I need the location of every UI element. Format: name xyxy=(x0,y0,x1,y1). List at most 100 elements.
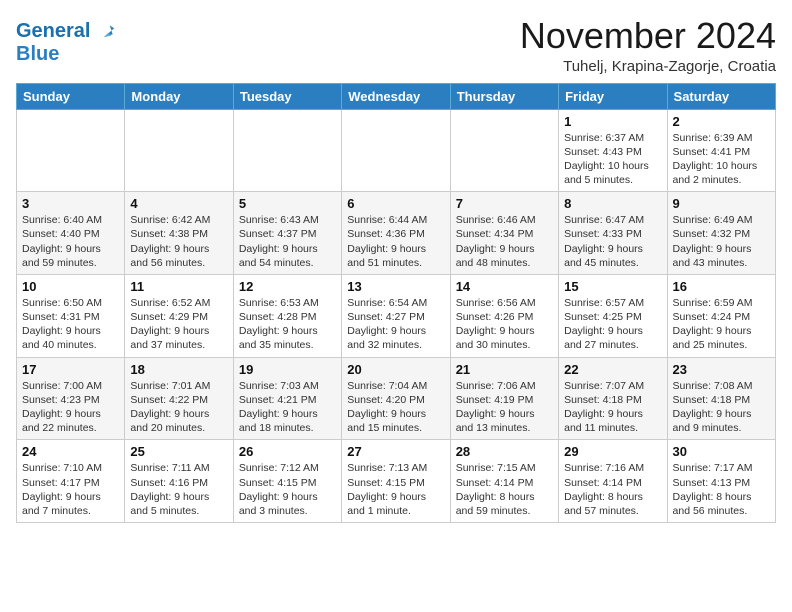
weekday-header-monday: Monday xyxy=(125,83,233,109)
day-number: 19 xyxy=(239,362,336,377)
calendar-cell: 5 Sunrise: 6:43 AM Sunset: 4:37 PM Daylig… xyxy=(233,192,341,275)
calendar-cell: 19 Sunrise: 7:03 AM Sunset: 4:21 PM Dayli… xyxy=(233,357,341,440)
calendar-table: SundayMondayTuesdayWednesdayThursdayFrid… xyxy=(16,83,776,523)
day-number: 17 xyxy=(22,362,119,377)
day-info: Sunrise: 7:15 AM Sunset: 4:14 PM Dayligh… xyxy=(456,461,553,518)
day-info: Sunrise: 7:00 AM Sunset: 4:23 PM Dayligh… xyxy=(22,379,119,436)
calendar-cell: 10Sunrise: 6:50 AM Sunset: 4:31 PM Dayli… xyxy=(17,274,125,357)
day-info: Sunrise: 6:54 AM Sunset: 4:27 PM Dayligh… xyxy=(347,296,444,353)
calendar-cell: 29Sunrise: 7:16 AM Sunset: 4:14 PM Dayli… xyxy=(559,440,667,523)
day-info: Sunrise: 6:40 AM Sunset: 4:40 PM Dayligh… xyxy=(22,213,119,270)
calendar-cell: 18 Sunrise: 7:01 AM Sunset: 4:22 PM Dayli… xyxy=(125,357,233,440)
calendar-cell: 20 Sunrise: 7:04 AM Sunset: 4:20 PM Dayli… xyxy=(342,357,450,440)
calendar-cell: 1Sunrise: 6:37 AM Sunset: 4:43 PM Daylig… xyxy=(559,109,667,192)
day-info: Sunrise: 7:04 AM Sunset: 4:20 PM Dayligh… xyxy=(347,379,444,436)
day-number: 10 xyxy=(22,279,119,294)
day-number: 22 xyxy=(564,362,661,377)
calendar-cell: 6 Sunrise: 6:44 AM Sunset: 4:36 PM Daylig… xyxy=(342,192,450,275)
day-number: 28 xyxy=(456,444,553,459)
day-info: Sunrise: 6:44 AM Sunset: 4:36 PM Dayligh… xyxy=(347,213,444,270)
page: General Blue November 2024 Tuhelj, Krapi… xyxy=(0,0,792,531)
weekday-header-sunday: Sunday xyxy=(17,83,125,109)
weekday-header-row: SundayMondayTuesdayWednesdayThursdayFrid… xyxy=(17,83,776,109)
logo: General Blue xyxy=(16,20,120,65)
title-block: November 2024 Tuhelj, Krapina-Zagorje, C… xyxy=(520,16,776,75)
calendar-cell xyxy=(17,109,125,192)
day-number: 26 xyxy=(239,444,336,459)
day-info: Sunrise: 7:06 AM Sunset: 4:19 PM Dayligh… xyxy=(456,379,553,436)
calendar-cell xyxy=(125,109,233,192)
day-info: Sunrise: 6:42 AM Sunset: 4:38 PM Dayligh… xyxy=(130,213,227,270)
day-info: Sunrise: 6:52 AM Sunset: 4:29 PM Dayligh… xyxy=(130,296,227,353)
day-info: Sunrise: 7:01 AM Sunset: 4:22 PM Dayligh… xyxy=(130,379,227,436)
day-info: Sunrise: 6:49 AM Sunset: 4:32 PM Dayligh… xyxy=(673,213,770,270)
day-info: Sunrise: 7:10 AM Sunset: 4:17 PM Dayligh… xyxy=(22,461,119,518)
day-number: 18 xyxy=(130,362,227,377)
day-info: Sunrise: 6:46 AM Sunset: 4:34 PM Dayligh… xyxy=(456,213,553,270)
calendar-cell: 25 Sunrise: 7:11 AM Sunset: 4:16 PM Dayli… xyxy=(125,440,233,523)
day-number: 7 xyxy=(456,196,553,211)
day-info: Sunrise: 6:43 AM Sunset: 4:37 PM Dayligh… xyxy=(239,213,336,270)
calendar-cell: 3 Sunrise: 6:40 AM Sunset: 4:40 PM Daylig… xyxy=(17,192,125,275)
logo-general: General xyxy=(16,20,90,42)
day-number: 15 xyxy=(564,279,661,294)
calendar-cell xyxy=(450,109,558,192)
day-number: 14 xyxy=(456,279,553,294)
day-number: 5 xyxy=(239,196,336,211)
day-number: 21 xyxy=(456,362,553,377)
calendar-cell: 14 Sunrise: 6:56 AM Sunset: 4:26 PM Dayli… xyxy=(450,274,558,357)
day-number: 20 xyxy=(347,362,444,377)
day-number: 9 xyxy=(673,196,770,211)
calendar-week-2: 10Sunrise: 6:50 AM Sunset: 4:31 PM Dayli… xyxy=(17,274,776,357)
calendar-week-0: 1Sunrise: 6:37 AM Sunset: 4:43 PM Daylig… xyxy=(17,109,776,192)
day-number: 6 xyxy=(347,196,444,211)
calendar-cell: 17 Sunrise: 7:00 AM Sunset: 4:23 PM Dayli… xyxy=(17,357,125,440)
day-number: 24 xyxy=(22,444,119,459)
day-number: 27 xyxy=(347,444,444,459)
weekday-header-friday: Friday xyxy=(559,83,667,109)
day-number: 30 xyxy=(673,444,770,459)
location: Tuhelj, Krapina-Zagorje, Croatia xyxy=(520,58,776,75)
calendar-cell: 2Sunrise: 6:39 AM Sunset: 4:41 PM Daylig… xyxy=(667,109,775,192)
calendar-cell: 26 Sunrise: 7:12 AM Sunset: 4:15 PM Dayli… xyxy=(233,440,341,523)
weekday-header-thursday: Thursday xyxy=(450,83,558,109)
day-info: Sunrise: 7:13 AM Sunset: 4:15 PM Dayligh… xyxy=(347,461,444,518)
day-info: Sunrise: 6:59 AM Sunset: 4:24 PM Dayligh… xyxy=(673,296,770,353)
day-info: Sunrise: 7:11 AM Sunset: 4:16 PM Dayligh… xyxy=(130,461,227,518)
calendar-cell: 4 Sunrise: 6:42 AM Sunset: 4:38 PM Daylig… xyxy=(125,192,233,275)
calendar-cell: 7 Sunrise: 6:46 AM Sunset: 4:34 PM Daylig… xyxy=(450,192,558,275)
day-number: 13 xyxy=(347,279,444,294)
calendar-cell: 9 Sunrise: 6:49 AM Sunset: 4:32 PM Daylig… xyxy=(667,192,775,275)
calendar-cell: 12Sunrise: 6:53 AM Sunset: 4:28 PM Dayli… xyxy=(233,274,341,357)
day-info: Sunrise: 7:12 AM Sunset: 4:15 PM Dayligh… xyxy=(239,461,336,518)
day-number: 2 xyxy=(673,114,770,129)
day-info: Sunrise: 6:56 AM Sunset: 4:26 PM Dayligh… xyxy=(456,296,553,353)
calendar-cell: 15 Sunrise: 6:57 AM Sunset: 4:25 PM Dayli… xyxy=(559,274,667,357)
calendar-cell xyxy=(233,109,341,192)
calendar-cell: 30 Sunrise: 7:17 AM Sunset: 4:13 PM Dayli… xyxy=(667,440,775,523)
calendar-cell: 23 Sunrise: 7:08 AM Sunset: 4:18 PM Dayli… xyxy=(667,357,775,440)
day-number: 3 xyxy=(22,196,119,211)
calendar-cell: 22Sunrise: 7:07 AM Sunset: 4:18 PM Dayli… xyxy=(559,357,667,440)
day-number: 25 xyxy=(130,444,227,459)
calendar-cell: 8 Sunrise: 6:47 AM Sunset: 4:33 PM Daylig… xyxy=(559,192,667,275)
day-number: 8 xyxy=(564,196,661,211)
calendar-cell: 28 Sunrise: 7:15 AM Sunset: 4:14 PM Dayli… xyxy=(450,440,558,523)
day-number: 12 xyxy=(239,279,336,294)
month-title: November 2024 xyxy=(520,16,776,56)
calendar-cell: 16 Sunrise: 6:59 AM Sunset: 4:24 PM Dayli… xyxy=(667,274,775,357)
calendar-week-4: 24 Sunrise: 7:10 AM Sunset: 4:17 PM Dayli… xyxy=(17,440,776,523)
day-info: Sunrise: 6:47 AM Sunset: 4:33 PM Dayligh… xyxy=(564,213,661,270)
calendar-cell: 13 Sunrise: 6:54 AM Sunset: 4:27 PM Dayli… xyxy=(342,274,450,357)
day-info: Sunrise: 6:57 AM Sunset: 4:25 PM Dayligh… xyxy=(564,296,661,353)
day-info: Sunrise: 7:17 AM Sunset: 4:13 PM Dayligh… xyxy=(673,461,770,518)
day-info: Sunrise: 7:08 AM Sunset: 4:18 PM Dayligh… xyxy=(673,379,770,436)
logo-blue: Blue xyxy=(16,43,120,65)
day-number: 16 xyxy=(673,279,770,294)
day-info: Sunrise: 7:03 AM Sunset: 4:21 PM Dayligh… xyxy=(239,379,336,436)
day-number: 23 xyxy=(673,362,770,377)
day-number: 1 xyxy=(564,114,661,129)
day-number: 4 xyxy=(130,196,227,211)
day-number: 11 xyxy=(130,279,227,294)
calendar-cell xyxy=(342,109,450,192)
